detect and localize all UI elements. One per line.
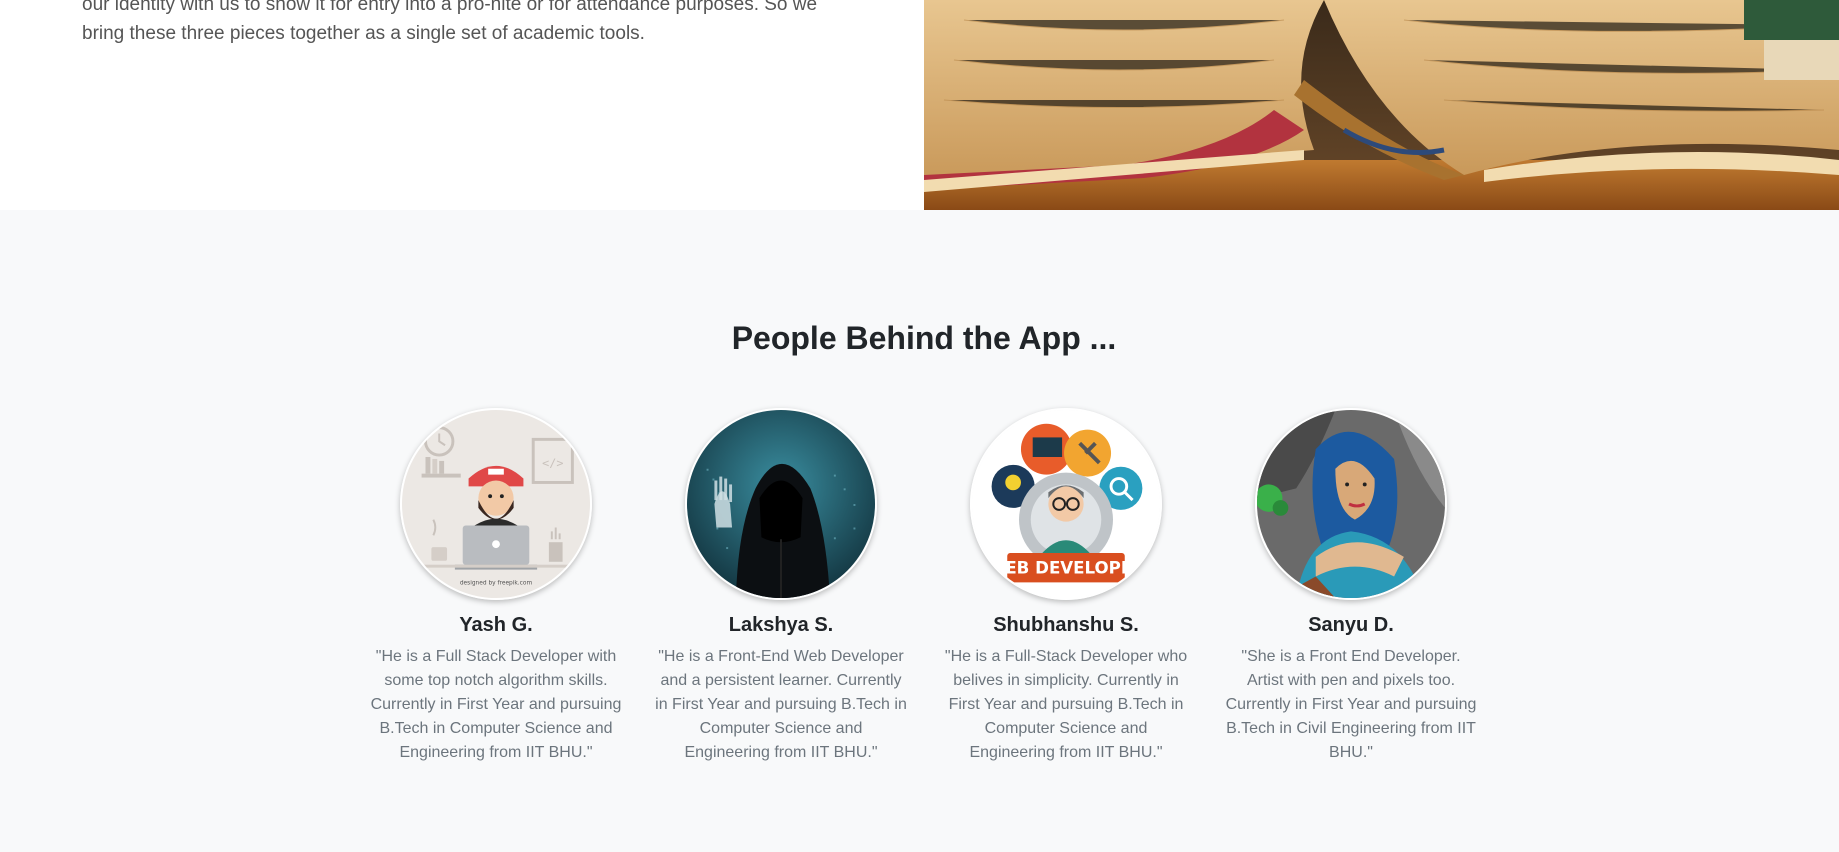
developer-laptop-avatar-icon: </> designed by freepik.com [400, 408, 592, 600]
team-heading: People Behind the App ... [731, 320, 1117, 356]
member-bio: "He is a Full Stack Developer with some … [370, 648, 622, 761]
team-section: People Behind the App ... </> designed b… [0, 210, 1839, 852]
avatar-caption: designed by freepik.com [460, 580, 533, 586]
avatar-badge-text: WEB DEVELOPER [987, 559, 1145, 578]
team-member-card: WEB DEVELOPER Shubhanshu S. "He is a Ful… [936, 408, 1196, 765]
member-name: Shubhanshu S. [993, 614, 1139, 636]
books-image [924, 0, 1839, 210]
member-bio: "He is a Full-Stack Developer who belive… [944, 648, 1188, 761]
hooded-hacker-avatar-icon [685, 408, 877, 600]
member-name: Lakshya S. [728, 614, 834, 636]
team-member-card: Lakshya S. "He is a Front-End Web Develo… [651, 408, 911, 765]
member-name: Yash G. [459, 614, 533, 636]
web-developer-avatar-icon: WEB DEVELOPER [970, 408, 1162, 600]
team-member-card: Sanyu D. "She is a Front End Developer. … [1221, 408, 1481, 765]
svg-text:</>: </> [542, 456, 563, 470]
team-member-card: </> designed by freepik.com Yash G. "He … [366, 408, 626, 765]
member-name: Sanyu D. [1308, 614, 1394, 636]
painted-portrait-avatar-icon [1255, 408, 1447, 600]
member-bio: "He is a Front-End Web Developer and a p… [655, 648, 907, 761]
intro-paragraph: our identity with us to show it for entr… [82, 0, 818, 44]
about-section: our identity with us to show it for entr… [0, 0, 1839, 210]
member-bio: "She is a Front End Developer. Artist wi… [1225, 648, 1477, 761]
